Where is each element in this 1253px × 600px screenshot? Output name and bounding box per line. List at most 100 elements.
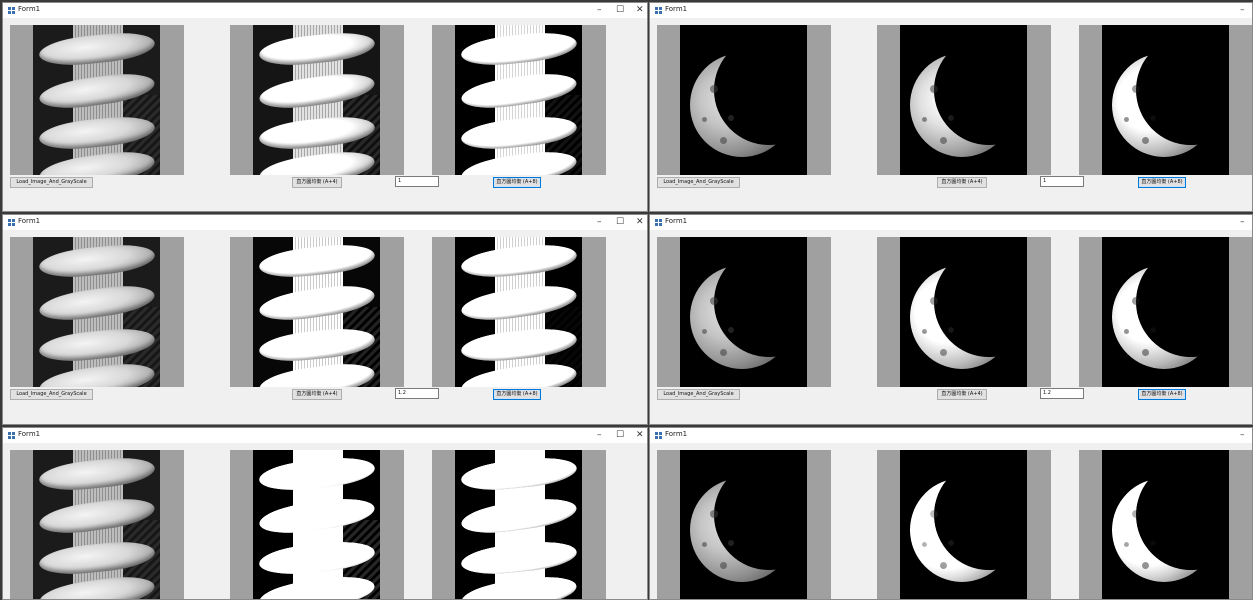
coil-band xyxy=(257,454,377,494)
coil-band xyxy=(37,241,157,281)
moon-image xyxy=(1102,25,1229,175)
picture-box-1 xyxy=(657,25,831,175)
picture-box-2 xyxy=(230,25,404,175)
coil-band xyxy=(37,29,157,69)
window-title: Form1 xyxy=(665,5,688,13)
picture-box-2 xyxy=(877,25,1051,175)
coil-image xyxy=(253,450,380,599)
maximize-button[interactable]: ☐ xyxy=(616,4,624,16)
title-bar[interactable]: Form1 – ☐ ✕ xyxy=(3,3,647,18)
coil-image xyxy=(253,237,380,387)
picture-box-3 xyxy=(432,450,606,599)
moon-crater xyxy=(948,115,954,121)
picture-box-3 xyxy=(1079,25,1252,175)
moon-crater xyxy=(948,540,954,546)
moon-crater xyxy=(702,542,707,547)
moon-crater xyxy=(728,115,734,121)
title-bar[interactable]: Form1 – xyxy=(650,3,1252,18)
histogram-equalize-a4-button[interactable]: 直方圖均衡 (A+4) xyxy=(292,177,342,188)
coil-band xyxy=(257,241,377,281)
close-button[interactable]: ✕ xyxy=(636,429,644,441)
close-button[interactable]: ✕ xyxy=(636,216,644,228)
picture-box-3 xyxy=(432,25,606,175)
picture-box-1 xyxy=(10,450,184,599)
coil-image xyxy=(33,25,160,175)
window-title: Form1 xyxy=(665,430,688,438)
form-window: Form1 – ☐ ✕ Load_Image_And_GrayScale 直方圖均衡 (A… xyxy=(2,214,648,425)
load-image-button[interactable]: Load_Image_And_GrayScale xyxy=(657,389,740,400)
moon-crater xyxy=(930,85,938,93)
form-icon xyxy=(8,7,15,14)
moon-crater xyxy=(1124,117,1129,122)
histogram-equalize-a8-button[interactable]: 直方圖均衡 (A+8) xyxy=(493,177,541,188)
moon-crater xyxy=(1142,349,1149,356)
coil-image xyxy=(253,25,380,175)
moon-crater xyxy=(702,117,707,122)
moon-crater xyxy=(1142,562,1149,569)
title-bar[interactable]: Form1 – ☐ ✕ xyxy=(3,428,647,443)
maximize-button[interactable]: ☐ xyxy=(616,429,624,441)
title-bar[interactable]: Form1 – ☐ ✕ xyxy=(3,215,647,230)
moon-image xyxy=(680,25,807,175)
moon-crater xyxy=(728,327,734,333)
maximize-button[interactable]: ☐ xyxy=(616,216,624,228)
gamma-input[interactable]: 1.2 xyxy=(395,388,439,399)
moon-crater xyxy=(710,510,718,518)
picture-box-1 xyxy=(657,237,831,387)
picture-box-1 xyxy=(10,25,184,175)
histogram-equalize-a4-button[interactable]: 直方圖均衡 (A+4) xyxy=(292,389,342,400)
title-bar[interactable]: Form1 – xyxy=(650,428,1252,443)
form-window: Form1 – ☐ ✕ xyxy=(2,427,648,600)
moon-image xyxy=(900,450,1027,599)
histogram-equalize-a8-button[interactable]: 直方圖均衡 (A+8) xyxy=(1138,177,1186,188)
moon-crater xyxy=(1150,327,1156,333)
moon-crater xyxy=(710,85,718,93)
moon-crater xyxy=(948,327,954,333)
picture-box-2 xyxy=(230,237,404,387)
picture-box-1 xyxy=(10,237,184,387)
gamma-input[interactable]: 1 xyxy=(395,176,439,187)
minimize-button[interactable]: – xyxy=(597,216,602,228)
load-image-button[interactable]: Load_Image_And_GrayScale xyxy=(657,177,740,188)
moon-crater xyxy=(1150,115,1156,121)
minimize-button[interactable]: – xyxy=(597,4,602,16)
close-button[interactable]: ✕ xyxy=(636,4,644,16)
picture-box-3 xyxy=(432,237,606,387)
moon-crater xyxy=(940,562,947,569)
coil-band xyxy=(459,241,579,281)
moon-crater xyxy=(728,540,734,546)
gamma-input[interactable]: 1 xyxy=(1040,176,1084,187)
histogram-equalize-a4-button[interactable]: 直方圖均衡 (A+4) xyxy=(937,177,987,188)
coil-image xyxy=(455,237,582,387)
picture-box-2 xyxy=(230,450,404,599)
picture-box-3 xyxy=(1079,450,1252,599)
picture-box-1 xyxy=(657,450,831,599)
moon-crater xyxy=(1132,85,1140,93)
window-title: Form1 xyxy=(18,5,41,13)
moon-crater xyxy=(922,117,927,122)
picture-box-2 xyxy=(877,450,1051,599)
load-image-button[interactable]: Load_Image_And_GrayScale xyxy=(10,177,93,188)
minimize-button[interactable]: – xyxy=(597,429,602,441)
moon-crater xyxy=(710,297,718,305)
histogram-equalize-a8-button[interactable]: 直方圖均衡 (A+8) xyxy=(1138,389,1186,400)
moon-image xyxy=(680,237,807,387)
gamma-input[interactable]: 1.2 xyxy=(1040,388,1084,399)
histogram-equalize-a8-button[interactable]: 直方圖均衡 (A+8) xyxy=(493,389,541,400)
minimize-button[interactable]: – xyxy=(1240,4,1245,16)
form-icon xyxy=(8,219,15,226)
coil-image xyxy=(33,450,160,599)
window-title: Form1 xyxy=(665,217,688,225)
coil-band xyxy=(257,29,377,69)
histogram-equalize-a4-button[interactable]: 直方圖均衡 (A+4) xyxy=(937,389,987,400)
moon-crater xyxy=(1124,329,1129,334)
minimize-button[interactable]: – xyxy=(1240,216,1245,228)
coil-image xyxy=(455,450,582,599)
load-image-button[interactable]: Load_Image_And_GrayScale xyxy=(10,389,93,400)
title-bar[interactable]: Form1 – xyxy=(650,215,1252,230)
minimize-button[interactable]: – xyxy=(1240,429,1245,441)
form-window: Form1 – xyxy=(649,427,1253,600)
moon-crater xyxy=(720,562,727,569)
coil-image xyxy=(455,25,582,175)
picture-box-2 xyxy=(877,237,1051,387)
